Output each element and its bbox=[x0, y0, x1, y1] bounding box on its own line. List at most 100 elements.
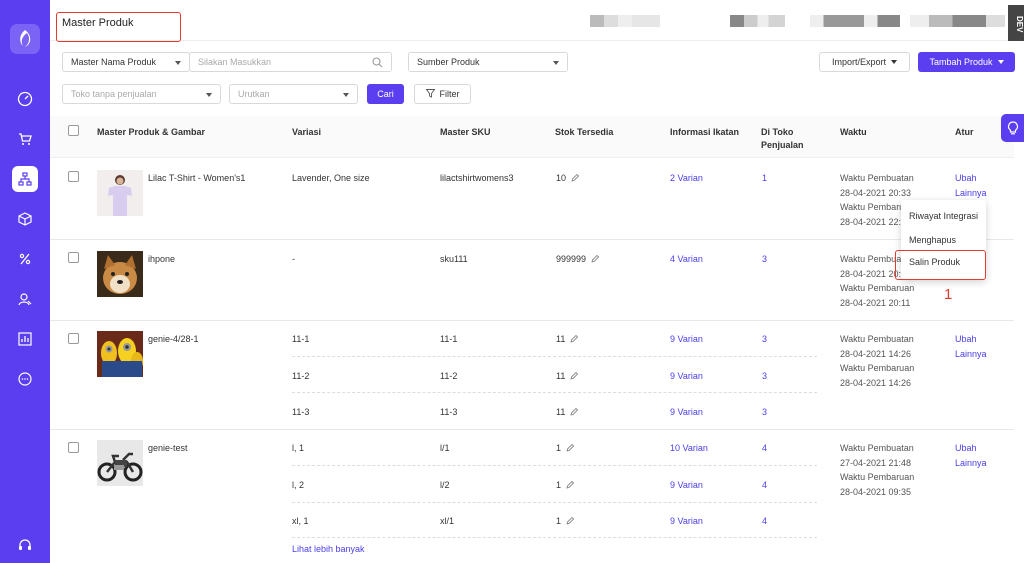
menu-item-integration-history[interactable]: Riwayat Integrasi bbox=[909, 211, 978, 221]
chevron-down-icon bbox=[175, 61, 181, 65]
dev-badge[interactable]: DEV bbox=[1008, 5, 1024, 41]
search-icon[interactable] bbox=[372, 57, 383, 70]
product-name[interactable]: Lilac T-Shirt - Women's1 bbox=[148, 172, 245, 184]
discount-icon[interactable] bbox=[12, 246, 38, 272]
column-header: Master SKU bbox=[440, 127, 491, 137]
edit-link[interactable]: Ubah bbox=[955, 172, 977, 184]
edit-pencil-icon[interactable] bbox=[566, 516, 575, 528]
more-link[interactable]: Lainnya bbox=[955, 187, 987, 199]
binding-link[interactable]: 9 Varian bbox=[670, 333, 703, 345]
filter-button[interactable]: Filter bbox=[414, 84, 471, 104]
edit-pencil-icon[interactable] bbox=[570, 371, 579, 383]
updated-time: 28-04-2021 20:11 bbox=[840, 298, 911, 308]
master-sku: xl/1 bbox=[440, 516, 455, 526]
binding-link[interactable]: 9 Varian bbox=[670, 479, 703, 491]
import-export-button[interactable]: Import/Export bbox=[819, 52, 910, 72]
customer-icon[interactable] bbox=[12, 286, 38, 312]
edit-pencil-icon[interactable] bbox=[570, 334, 579, 346]
account-info bbox=[590, 15, 660, 27]
more-link[interactable]: Lainnya bbox=[955, 457, 987, 469]
product-icon[interactable] bbox=[12, 166, 38, 192]
edit-pencil-icon[interactable] bbox=[570, 407, 579, 419]
report-icon[interactable] bbox=[12, 326, 38, 352]
stock-value: 999999 bbox=[556, 254, 587, 264]
stock-cell: 11 bbox=[556, 370, 579, 383]
stock-value: 11 bbox=[556, 334, 566, 344]
variant-name: 11-1 bbox=[292, 334, 310, 344]
chat-icon[interactable] bbox=[12, 366, 38, 392]
row-checkbox[interactable] bbox=[68, 171, 79, 182]
edit-pencil-icon[interactable] bbox=[591, 254, 600, 266]
product-name[interactable]: genie-4/28-1 bbox=[148, 333, 199, 345]
package-icon[interactable] bbox=[12, 206, 38, 232]
menu-item-delete[interactable]: Menghapus bbox=[909, 235, 956, 245]
column-header: Stok Tersedia bbox=[555, 127, 614, 137]
dashboard-icon[interactable] bbox=[12, 86, 38, 112]
product-name[interactable]: ihpone bbox=[148, 253, 175, 265]
stock-cell: 11 bbox=[556, 406, 579, 419]
cart-icon[interactable] bbox=[12, 126, 38, 152]
binding-link[interactable]: 9 Varian bbox=[670, 406, 703, 418]
stock-value: 10 bbox=[556, 173, 567, 183]
stock-cell: 1 bbox=[556, 515, 575, 528]
chevron-down-icon bbox=[343, 93, 349, 97]
variant-name: 11-3 bbox=[292, 407, 310, 417]
store-count-link[interactable]: 4 bbox=[762, 479, 767, 491]
store-count-link[interactable]: 4 bbox=[762, 515, 767, 527]
binding-link[interactable]: 2 Varian bbox=[670, 172, 703, 184]
product-image[interactable] bbox=[97, 331, 143, 377]
variant-divider bbox=[292, 465, 817, 466]
edit-pencil-icon[interactable] bbox=[566, 443, 575, 455]
binding-link[interactable]: 9 Varian bbox=[670, 370, 703, 382]
support-icon[interactable] bbox=[12, 532, 38, 558]
product-source-select[interactable]: Sumber Produk bbox=[408, 52, 568, 72]
column-header: Di Toko Penjualan bbox=[761, 127, 804, 150]
variant-name: l, 2 bbox=[292, 480, 305, 490]
edit-link[interactable]: Ubah bbox=[955, 442, 977, 454]
stock-value: 11 bbox=[556, 371, 566, 381]
master-sku: l/1 bbox=[440, 443, 450, 453]
add-product-button[interactable]: Tambah Produk bbox=[918, 52, 1015, 72]
store-count-link[interactable]: 4 bbox=[762, 442, 767, 454]
see-more-link[interactable]: Lihat lebih banyak bbox=[292, 543, 365, 555]
binding-link[interactable]: 9 Varian bbox=[670, 515, 703, 527]
binding-link[interactable]: 4 Varian bbox=[670, 253, 703, 265]
product-name[interactable]: genie-test bbox=[148, 442, 188, 454]
chevron-down-icon bbox=[891, 60, 898, 64]
lightbulb-icon[interactable] bbox=[1001, 114, 1024, 142]
sort-select[interactable]: Urutkan bbox=[229, 84, 358, 104]
search-button[interactable]: Cari bbox=[367, 84, 404, 104]
stock-value: 11 bbox=[556, 407, 566, 417]
search-input[interactable]: Silakan Masukkan bbox=[189, 52, 392, 72]
store-count-link[interactable]: 3 bbox=[762, 253, 767, 265]
store-count-link[interactable]: 3 bbox=[762, 406, 767, 418]
store-count-link[interactable]: 3 bbox=[762, 333, 767, 345]
variant-divider bbox=[292, 502, 817, 503]
stock-cell: 10 bbox=[556, 172, 580, 185]
store-filter-select[interactable]: Toko tanpa penjualan bbox=[62, 84, 221, 104]
store-count-link[interactable]: 3 bbox=[762, 370, 767, 382]
variant-divider bbox=[292, 356, 817, 357]
product-source-value: Sumber Produk bbox=[417, 57, 480, 67]
row-checkbox[interactable] bbox=[68, 442, 79, 453]
product-image[interactable] bbox=[97, 251, 143, 297]
product-image[interactable] bbox=[97, 170, 143, 216]
master-sku: 11-1 bbox=[440, 334, 458, 344]
row-checkbox[interactable] bbox=[68, 252, 79, 263]
variant-name: Lavender, One size bbox=[292, 173, 370, 183]
edit-link[interactable]: Ubah bbox=[955, 333, 977, 345]
binding-link[interactable]: 10 Varian bbox=[670, 442, 708, 454]
product-image[interactable] bbox=[97, 440, 143, 486]
store-count-link[interactable]: 1 bbox=[762, 172, 767, 184]
created-time: 28-04-2021 20: bbox=[840, 269, 902, 279]
more-link[interactable]: Lainnya bbox=[955, 348, 987, 360]
edit-pencil-icon[interactable] bbox=[571, 173, 580, 185]
stock-cell: 1 bbox=[556, 442, 575, 455]
edit-pencil-icon[interactable] bbox=[566, 480, 575, 492]
select-all-checkbox[interactable] bbox=[68, 125, 79, 136]
row-checkbox[interactable] bbox=[68, 333, 79, 344]
logo-icon[interactable] bbox=[10, 24, 40, 54]
row-divider bbox=[50, 239, 1014, 240]
name-type-select[interactable]: Master Nama Produk bbox=[62, 52, 190, 72]
name-type-value: Master Nama Produk bbox=[71, 57, 157, 67]
